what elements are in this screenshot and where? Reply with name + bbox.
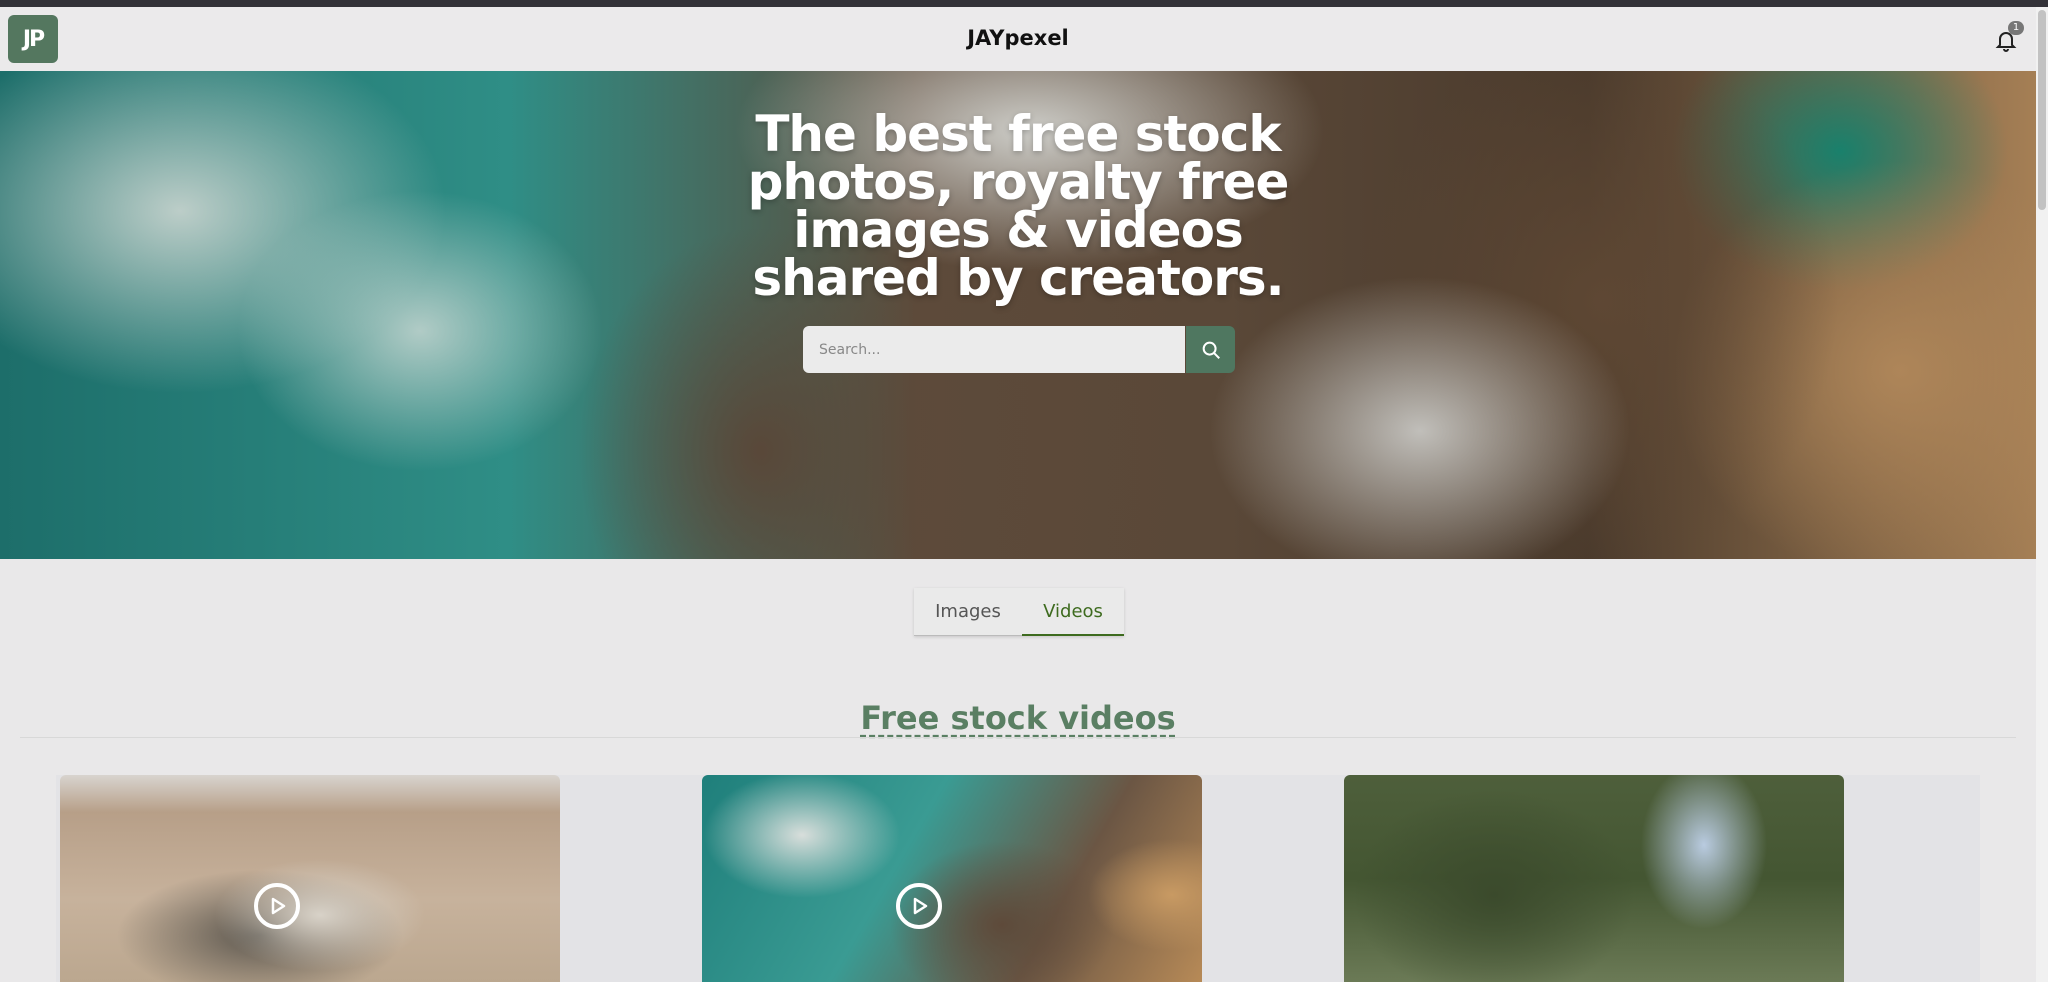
video-card-seal[interactable] (60, 775, 560, 982)
brand-name: JAYpexel (967, 26, 1069, 50)
play-icon[interactable] (254, 883, 300, 929)
search-button[interactable] (1186, 326, 1235, 373)
scrollbar-thumb[interactable] (2038, 10, 2046, 210)
navbar: JP JAYpexel 1 (0, 7, 2036, 71)
section-title[interactable]: Free stock videos (0, 699, 2036, 737)
media-tabs: Images Videos (914, 588, 1124, 636)
tab-videos[interactable]: Videos (1022, 588, 1124, 636)
search-input[interactable] (803, 326, 1185, 373)
hero-title: The best free stock photos, royalty free… (747, 105, 1290, 307)
browser-top-strip (0, 0, 2048, 7)
video-card-tree[interactable] (1344, 775, 1844, 982)
tab-images[interactable]: Images (914, 588, 1022, 636)
video-card-ocean[interactable] (702, 775, 1202, 982)
notification-badge: 1 (2008, 21, 2024, 35)
section-divider (20, 737, 2016, 738)
search-icon (1202, 341, 1220, 359)
play-icon[interactable] (896, 883, 942, 929)
